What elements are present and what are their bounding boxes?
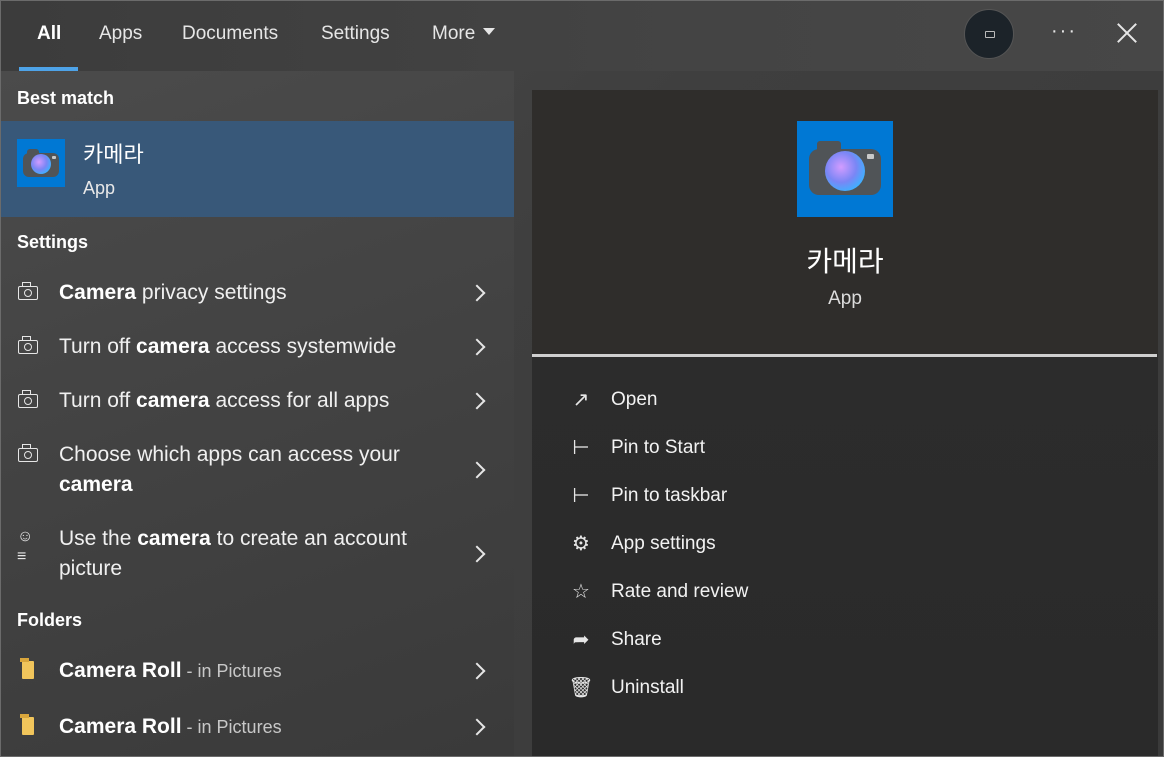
action-label: Rate and review [611, 581, 749, 602]
pin-icon: ⊢ [572, 485, 590, 507]
chevron-right-icon [468, 284, 486, 302]
chevron-right-icon [468, 545, 486, 563]
rate-and-review-button[interactable]: ☆ Rate and review [568, 578, 1068, 608]
settings-result-turn-off-all-apps[interactable]: Turn off camera access for all apps [1, 379, 514, 423]
folder-icon [20, 658, 34, 679]
settings-result-choose-apps[interactable]: Choose which apps can access your camera [1, 433, 514, 505]
search-tabs-bar: All Apps Documents Settings More ··· [1, 1, 1163, 71]
uninstall-button[interactable]: 🗑 Uninstall [568, 674, 1068, 704]
action-label: Share [611, 629, 662, 650]
chevron-right-icon [468, 392, 486, 410]
camera-outline-icon [17, 336, 41, 356]
pin-to-taskbar-button[interactable]: ⊢ Pin to taskbar [568, 482, 1068, 512]
camera-outline-icon [17, 444, 41, 464]
close-icon[interactable] [1115, 21, 1139, 45]
detail-title: 카메라 [806, 245, 884, 278]
folder-result[interactable]: Camera Roll - in Pictures [1, 705, 514, 749]
pin-to-start-button[interactable]: ⊢ Pin to Start [568, 434, 1068, 464]
chevron-right-icon [468, 461, 486, 479]
trash-icon: 🗑 [568, 677, 594, 699]
best-match-title: 카메라 [83, 143, 144, 168]
share-button[interactable]: ➦ Share [568, 626, 1068, 656]
more-options-icon[interactable]: ··· [1050, 21, 1078, 45]
divider [532, 354, 1157, 357]
chevron-down-icon [483, 28, 496, 36]
detail-subtitle: App [828, 288, 862, 309]
settings-result-account-picture[interactable]: ☺≡ Use the camera to create an account pi… [1, 517, 514, 589]
result-label: Turn off camera access systemwide [59, 335, 397, 358]
chevron-right-icon [468, 338, 486, 356]
star-icon: ☆ [572, 581, 590, 603]
result-label: Camera privacy settings [59, 281, 287, 304]
action-label: Uninstall [611, 677, 684, 698]
tab-more[interactable]: More [432, 21, 496, 47]
folder-icon [20, 714, 34, 735]
folder-result[interactable]: Camera Roll - in Pictures [1, 649, 514, 693]
tab-documents[interactable]: Documents [182, 21, 278, 47]
account-picture-icon: ☺≡ [17, 528, 34, 565]
tab-apps[interactable]: Apps [99, 21, 142, 47]
tab-all[interactable]: All [37, 21, 61, 47]
result-label: Use the camera to create an account pictu… [59, 527, 407, 580]
gear-icon: ⚙ [572, 533, 590, 555]
section-best-match: Best match [17, 88, 115, 108]
pin-icon: ⊢ [572, 437, 590, 459]
result-label: Camera Roll - in Pictures [59, 715, 282, 738]
open-icon: ↗ [572, 389, 590, 411]
share-icon: ➦ [572, 629, 590, 651]
best-match-subtitle: App [83, 178, 116, 198]
detail-pane: 카메라 App ↗ Open ⊢ Pin to Start ⊢ Pin to t… [532, 90, 1158, 756]
account-icon [985, 31, 995, 38]
camera-outline-icon [17, 390, 41, 410]
detail-header: 카메라 App [532, 90, 1158, 354]
camera-app-icon [797, 121, 893, 217]
action-label: Open [611, 389, 658, 410]
result-label: Camera Roll - in Pictures [59, 659, 282, 682]
best-match-item[interactable]: 카메라 App [1, 121, 514, 217]
result-label: Turn off camera access for all apps [59, 389, 390, 412]
avatar[interactable] [964, 9, 1014, 59]
camera-app-icon [17, 139, 65, 187]
section-folders: Folders [17, 610, 83, 630]
tab-more-label: More [432, 23, 476, 44]
settings-result-turn-off-systemwide[interactable]: Turn off camera access systemwide [1, 325, 514, 369]
action-label: Pin to Start [611, 437, 705, 458]
action-label: Pin to taskbar [611, 485, 728, 506]
action-label: App settings [611, 533, 716, 554]
search-window: All Apps Documents Settings More ··· Bes… [0, 0, 1164, 757]
result-label: Choose which apps can access your camera [59, 443, 400, 496]
open-button[interactable]: ↗ Open [568, 386, 1068, 416]
camera-outline-icon [17, 282, 41, 302]
tab-settings[interactable]: Settings [321, 21, 390, 47]
chevron-right-icon [468, 718, 486, 736]
chevron-right-icon [468, 662, 486, 680]
app-settings-button[interactable]: ⚙ App settings [568, 530, 1068, 560]
results-pane: Best match 카메라 App Settings Camera priva… [1, 71, 514, 756]
section-settings: Settings [17, 232, 89, 252]
settings-result-camera-privacy[interactable]: Camera privacy settings [1, 271, 514, 315]
